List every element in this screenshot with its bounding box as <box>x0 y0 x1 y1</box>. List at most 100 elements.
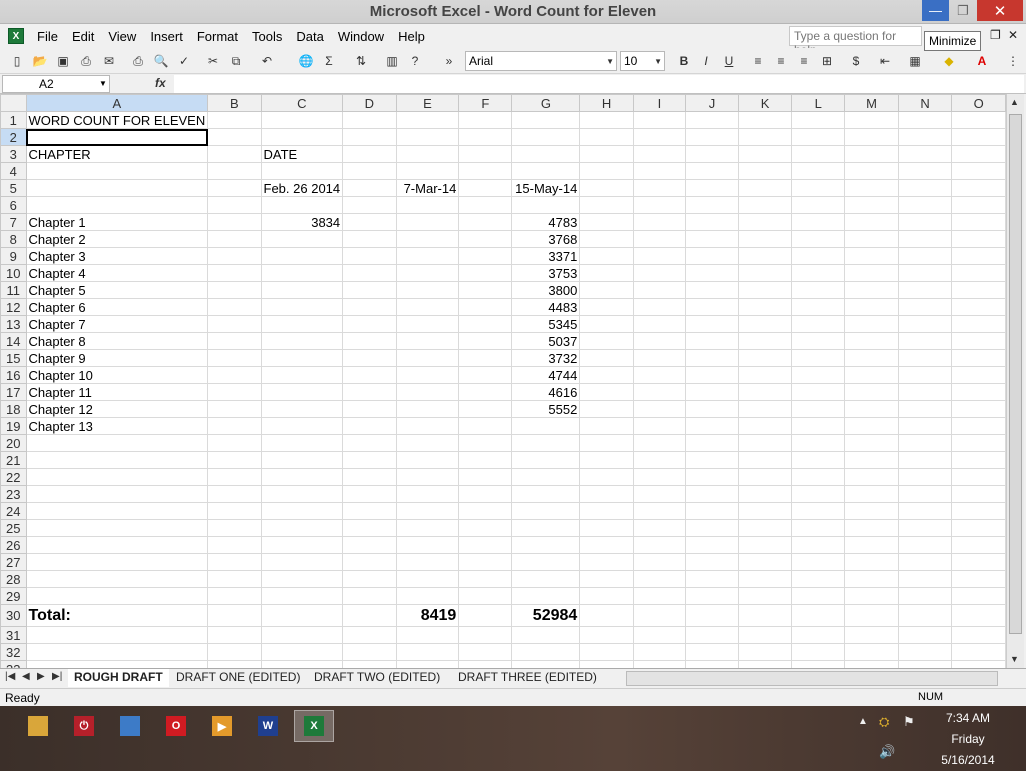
align-right-icon[interactable]: ≡ <box>795 52 813 70</box>
cell-b1[interactable] <box>207 111 262 129</box>
cell-l28[interactable] <box>791 570 846 588</box>
cell-b9[interactable] <box>207 247 262 265</box>
cell-c9[interactable] <box>260 247 344 265</box>
cell-m8[interactable] <box>844 230 899 248</box>
cell-i15[interactable] <box>632 349 687 367</box>
cell-o5[interactable] <box>951 179 1006 197</box>
cell-o20[interactable] <box>951 434 1006 452</box>
cell-l12[interactable] <box>791 298 846 316</box>
cell-k29[interactable] <box>737 587 793 605</box>
horizontal-scrollbar[interactable] <box>626 671 998 686</box>
cell-l15[interactable] <box>791 349 846 367</box>
cell-o16[interactable] <box>951 366 1006 384</box>
cell-f6[interactable] <box>458 196 513 214</box>
row-header[interactable]: 3 <box>0 145 27 163</box>
cell-f26[interactable] <box>458 536 513 554</box>
cell-k6[interactable] <box>737 196 793 214</box>
last-sheet-icon[interactable]: ▶| <box>52 671 62 682</box>
cell-o12[interactable] <box>951 298 1006 316</box>
cell-c1[interactable] <box>260 111 344 129</box>
cell-e1[interactable] <box>395 111 460 129</box>
cell-f25[interactable] <box>458 519 513 537</box>
cell-k27[interactable] <box>737 553 793 571</box>
cell-o19[interactable] <box>951 417 1006 435</box>
cell-n4[interactable] <box>897 162 953 180</box>
cell-b16[interactable] <box>207 366 262 384</box>
cell-k5[interactable] <box>737 179 793 197</box>
cell-e21[interactable] <box>395 451 460 469</box>
row-header[interactable]: 29 <box>0 587 27 605</box>
cell-d15[interactable] <box>342 349 397 367</box>
cell-c20[interactable] <box>260 434 344 452</box>
cell-j15[interactable] <box>685 349 739 367</box>
row-header[interactable]: 2 <box>0 128 27 146</box>
cell-e12[interactable] <box>395 298 460 316</box>
cell-g11[interactable]: 3800 <box>511 281 581 299</box>
cell-n23[interactable] <box>897 485 953 503</box>
select-all-corner[interactable] <box>0 94 27 112</box>
row-header[interactable]: 15 <box>0 349 27 367</box>
cell-c33[interactable] <box>260 660 344 668</box>
column-header-m[interactable]: M <box>844 94 899 112</box>
row-header[interactable]: 11 <box>0 281 27 299</box>
cell-f11[interactable] <box>458 281 513 299</box>
cell-e33[interactable] <box>395 660 460 668</box>
cell-j4[interactable] <box>685 162 739 180</box>
cell-a9[interactable]: Chapter 3 <box>25 247 209 265</box>
cell-j24[interactable] <box>685 502 739 520</box>
column-header-d[interactable]: D <box>342 94 397 112</box>
cell-k22[interactable] <box>737 468 793 486</box>
column-header-h[interactable]: H <box>579 94 634 112</box>
cell-b6[interactable] <box>207 196 262 214</box>
scroll-up-icon[interactable]: ▲ <box>1010 97 1019 107</box>
cell-k17[interactable] <box>737 383 793 401</box>
cell-j6[interactable] <box>685 196 739 214</box>
cell-k2[interactable] <box>737 128 793 146</box>
cell-n25[interactable] <box>897 519 953 537</box>
cell-h6[interactable] <box>579 196 634 214</box>
menu-edit[interactable]: Edit <box>65 29 101 44</box>
cell-k8[interactable] <box>737 230 793 248</box>
row-header[interactable]: 17 <box>0 383 27 401</box>
cell-a32[interactable] <box>25 643 209 661</box>
cell-a22[interactable] <box>25 468 209 486</box>
cell-k12[interactable] <box>737 298 793 316</box>
email-icon[interactable]: ✉ <box>100 52 118 70</box>
cell-m18[interactable] <box>844 400 899 418</box>
cell-o10[interactable] <box>951 264 1006 282</box>
cell-h20[interactable] <box>579 434 634 452</box>
cell-j2[interactable] <box>685 128 739 146</box>
cell-b28[interactable] <box>207 570 262 588</box>
cell-m22[interactable] <box>844 468 899 486</box>
cell-i2[interactable] <box>632 128 687 146</box>
cell-l25[interactable] <box>791 519 846 537</box>
cell-o7[interactable] <box>951 213 1006 231</box>
cell-i14[interactable] <box>632 332 687 350</box>
cell-g22[interactable] <box>511 468 581 486</box>
cell-j22[interactable] <box>685 468 739 486</box>
menu-help[interactable]: Help <box>391 29 432 44</box>
cell-l19[interactable] <box>791 417 846 435</box>
sheet-tab-2[interactable]: DRAFT ONE (EDITED) <box>170 669 306 687</box>
open-icon[interactable]: 📂 <box>31 52 49 70</box>
maximize-button[interactable]: ❐ <box>950 0 976 21</box>
cell-n16[interactable] <box>897 366 953 384</box>
row-header[interactable]: 7 <box>0 213 27 231</box>
cell-j31[interactable] <box>685 626 739 644</box>
taskbar-power-app-button[interactable]: ⏻ <box>64 710 104 742</box>
cell-a21[interactable] <box>25 451 209 469</box>
column-header-o[interactable]: O <box>951 94 1006 112</box>
sheet-tab-3[interactable]: DRAFT TWO (EDITED) <box>308 669 446 687</box>
cell-l30[interactable] <box>791 604 846 627</box>
cell-n30[interactable] <box>897 604 953 627</box>
print-icon[interactable]: ⎙ <box>129 52 147 70</box>
cell-j1[interactable] <box>685 111 739 129</box>
column-header-c[interactable]: C <box>260 94 344 112</box>
doc-close-icon[interactable]: ✕ <box>1008 28 1018 42</box>
cell-f22[interactable] <box>458 468 513 486</box>
column-header-e[interactable]: E <box>395 94 460 112</box>
cell-b31[interactable] <box>207 626 262 644</box>
cell-h14[interactable] <box>579 332 634 350</box>
cell-a33[interactable] <box>25 660 209 668</box>
cell-h5[interactable] <box>579 179 634 197</box>
